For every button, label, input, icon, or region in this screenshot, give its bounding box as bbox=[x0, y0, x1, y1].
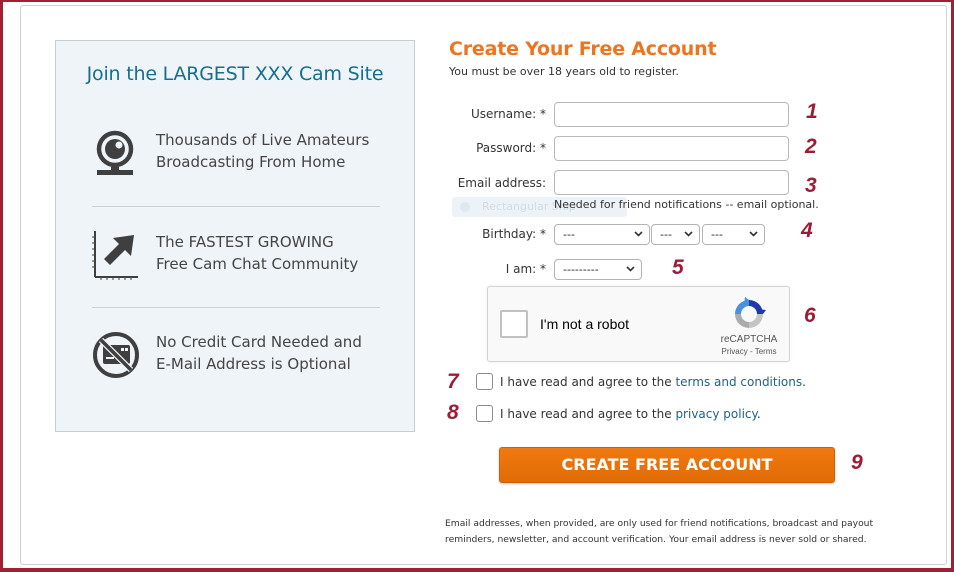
chevron-down-icon bbox=[634, 231, 643, 237]
recaptcha-terms-link[interactable]: Terms bbox=[755, 347, 777, 356]
username-input[interactable] bbox=[554, 102, 789, 127]
terms-agree-text: I have read and agree to the terms and c… bbox=[500, 375, 806, 389]
email-hint: Needed for friend notifications -- email… bbox=[554, 198, 819, 211]
birthday-label: Birthday: * bbox=[482, 227, 546, 241]
password-label: Password: * bbox=[476, 141, 546, 155]
feature-no-credit-card: No Credit Card Needed and E-Mail Address… bbox=[92, 331, 382, 391]
form-subtitle: You must be over 18 years old to registe… bbox=[449, 65, 679, 78]
privacy-agree-prefix: I have read and agree to the bbox=[500, 407, 676, 421]
promo-panel: Join the LARGEST XXX Cam Site Thousands … bbox=[55, 40, 415, 432]
terms-checkbox[interactable] bbox=[476, 373, 493, 390]
email-label: Email address: bbox=[457, 176, 546, 190]
webcam-icon bbox=[96, 130, 134, 175]
feature-live-amateurs: Thousands of Live Amateurs Broadcasting … bbox=[92, 129, 382, 189]
recaptcha-privacy-link[interactable]: Privacy bbox=[722, 347, 748, 356]
annotation-3: 3 bbox=[805, 174, 817, 197]
username-label: Username: * bbox=[470, 107, 546, 121]
feature-text: No Credit Card Needed and E-Mail Address… bbox=[156, 331, 362, 375]
annotation-2: 2 bbox=[805, 135, 817, 158]
feature-line: Thousands of Live Amateurs bbox=[156, 131, 370, 149]
gender-label: I am: * bbox=[505, 262, 546, 276]
privacy-checkbox[interactable] bbox=[476, 405, 493, 422]
feature-line: The FASTEST GROWING bbox=[156, 233, 334, 251]
email-usage-footnote: Email addresses, when provided, are only… bbox=[445, 518, 874, 545]
email-input[interactable] bbox=[554, 170, 789, 195]
feature-fastest-growing: The FASTEST GROWING Free Cam Chat Commun… bbox=[92, 231, 382, 291]
divider bbox=[92, 206, 380, 207]
promo-title: Join the LARGEST XXX Cam Site bbox=[86, 63, 384, 85]
feature-line: No Credit Card Needed and bbox=[156, 333, 362, 351]
terms-agree-suffix: . bbox=[802, 375, 806, 389]
feature-text: The FASTEST GROWING Free Cam Chat Commun… bbox=[156, 231, 358, 275]
annotation-4: 4 bbox=[801, 219, 813, 242]
select-value: --------- bbox=[563, 263, 599, 276]
select-value: --- bbox=[711, 228, 723, 241]
birthday-day-select[interactable]: --- bbox=[651, 224, 700, 245]
terms-agree-prefix: I have read and agree to the bbox=[500, 375, 676, 389]
feature-line: E-Mail Address is Optional bbox=[156, 355, 351, 373]
recaptcha-links: Privacy - Terms bbox=[712, 347, 786, 356]
privacy-agree-suffix: . bbox=[756, 407, 761, 421]
feature-line: Broadcasting From Home bbox=[156, 153, 346, 171]
annotation-5: 5 bbox=[672, 256, 684, 279]
privacy-link[interactable]: privacy policy bbox=[675, 407, 756, 421]
recaptcha-logo-icon bbox=[735, 297, 766, 328]
select-value: --- bbox=[563, 228, 575, 241]
feature-line: Free Cam Chat Community bbox=[156, 255, 359, 273]
feature-text: Thousands of Live Amateurs Broadcasting … bbox=[156, 129, 369, 173]
recaptcha-link-separator: - bbox=[747, 347, 755, 356]
annotation-9: 9 bbox=[851, 451, 863, 474]
no-credit-card-icon bbox=[93, 332, 139, 378]
form-title: Create Your Free Account bbox=[449, 38, 717, 60]
create-account-button[interactable]: CREATE FREE ACCOUNT bbox=[499, 447, 835, 483]
growth-chart-icon bbox=[92, 231, 138, 280]
select-value: --- bbox=[660, 228, 672, 241]
chevron-down-icon bbox=[626, 266, 635, 272]
recaptcha-widget: I'm not a robot reCAPTCHA Privacy - Term… bbox=[487, 286, 790, 362]
recaptcha-label: I'm not a robot bbox=[540, 316, 630, 332]
annotation-7: 7 bbox=[447, 370, 459, 393]
annotation-8: 8 bbox=[447, 401, 459, 424]
password-input[interactable] bbox=[554, 136, 789, 161]
snip-icon bbox=[460, 202, 470, 212]
recaptcha-brand: reCAPTCHA bbox=[720, 334, 778, 345]
annotation-6: 6 bbox=[804, 304, 816, 327]
terms-link[interactable]: terms and conditions bbox=[675, 375, 802, 389]
divider bbox=[92, 307, 380, 308]
gender-select[interactable]: --------- bbox=[554, 259, 642, 280]
birthday-year-select[interactable]: --- bbox=[702, 224, 765, 245]
chevron-down-icon bbox=[684, 231, 693, 237]
birthday-month-select[interactable]: --- bbox=[554, 224, 650, 245]
chevron-down-icon bbox=[749, 231, 758, 237]
privacy-agree-text: I have read and agree to the privacy pol… bbox=[500, 407, 761, 421]
annotation-1: 1 bbox=[806, 100, 818, 123]
recaptcha-checkbox[interactable] bbox=[500, 310, 528, 338]
